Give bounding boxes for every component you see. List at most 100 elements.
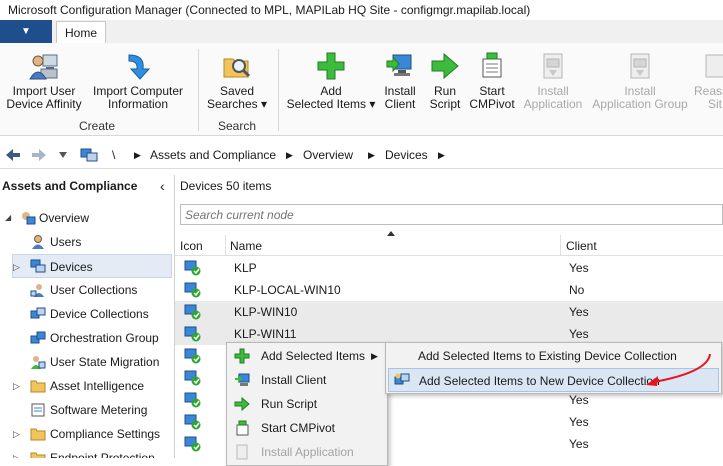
client-status: No [569,283,585,297]
nav-item-devices[interactable]: ▷ Devices [12,254,172,278]
collapsed-triangle-icon[interactable]: ▷ [13,255,20,279]
user-icon [30,234,46,250]
folder-icon [30,426,46,442]
menu-item-add-selected-items[interactable]: Add Selected Items ▶ [229,344,385,368]
nav-item-label: Software Metering [50,403,148,417]
install-application-group-button[interactable]: Install Application Group [588,51,692,111]
table-row[interactable]: KLP-LOCAL-WIN10 No [175,279,723,301]
table-row[interactable]: KLP-WIN10 Yes [175,301,723,323]
nav-item-endpoint-protection[interactable]: ▷ Endpoint Protection [0,446,174,458]
run-script-button[interactable]: Run Script [424,51,466,111]
nav-item-users[interactable]: Users [0,230,174,254]
nav-item-software-metering[interactable]: Software Metering [0,398,174,422]
collapsed-triangle-icon[interactable]: ▷ [13,446,20,458]
green-plus-icon [234,348,250,364]
folder-search-icon [222,51,252,81]
column-divider[interactable] [560,235,561,255]
client-status: Yes [569,415,589,429]
window-title: Microsoft Configuration Manager (Connect… [0,0,723,20]
user-collection-icon [30,282,46,298]
forward-arrow-icon[interactable] [30,146,48,164]
nav-item-label: User Collections [50,283,138,297]
client-device-icon [184,348,202,364]
nav-item-label: Endpoint Protection [50,451,155,458]
content-header: Devices 50 items [180,178,271,194]
install-client-icon [385,51,415,81]
breadcrumb-separator-icon[interactable]: ▶ [368,142,375,168]
column-header-client[interactable]: Client [566,237,597,255]
nav-item-user-collections[interactable]: User Collections [0,278,174,302]
client-device-icon [184,392,202,408]
breadcrumb-separator-icon[interactable]: ▶ [286,142,293,168]
menu-item-label: Add Selected Items to Existing Device Co… [418,349,677,363]
reassign-site-button[interactable]: Reass Sit [694,51,723,111]
run-script-label-2: Script [429,97,461,111]
reassign-site-label-2: Sit [708,97,723,111]
user-state-migration-icon [30,354,46,370]
breadcrumb-devices[interactable]: Devices [385,142,428,168]
menu-item-install-application[interactable]: Install Application [229,440,385,464]
client-device-icon [184,282,202,298]
group-label-create: Create [78,119,116,133]
search-input[interactable] [180,204,723,225]
saved-searches-button[interactable]: Saved Searches ▾ [204,51,270,111]
collapsed-triangle-icon[interactable]: ▷ [13,422,20,446]
nav-item-compliance-settings[interactable]: ▷ Compliance Settings [0,422,174,446]
navigation-pane-title: Assets and Compliance [2,179,138,193]
nav-item-label: Users [50,235,82,249]
menu-item-install-client[interactable]: Install Client [229,368,385,392]
menu-item-label: Add Selected Items [261,349,366,363]
install-application-icon [538,51,568,81]
nav-item-user-state-migration[interactable]: User State Migration [0,350,174,374]
add-selected-items-button[interactable]: Add Selected Items ▾ [284,51,378,111]
device-collection-icon [30,306,46,322]
start-cmpivot-button[interactable]: Start CMPivot [466,51,518,111]
install-application-button[interactable]: Install Application [520,51,586,111]
reassign-site-icon [702,51,723,81]
client-device-icon [184,304,202,320]
import-computer-information-button[interactable]: Import Computer Information [88,51,188,111]
cmpivot-icon [234,420,250,436]
ribbon: Import User Device Affinity Import Compu… [0,43,723,136]
breadcrumb-overview[interactable]: Overview [303,142,353,168]
install-client-button[interactable]: Install Client [380,51,420,111]
expanded-triangle-icon[interactable]: ◢ [5,206,11,230]
history-chevron-down-icon[interactable] [58,151,68,159]
column-header-name[interactable]: Name [230,237,262,255]
nav-item-asset-intelligence[interactable]: ▷ Asset Intelligence [0,374,174,398]
device-name: KLP-WIN10 [234,305,298,319]
import-computer-label-2: Information [107,97,169,111]
nav-item-label: Devices [50,260,93,274]
folder-icon [30,378,46,394]
breadcrumb-separator-icon[interactable]: ▶ [134,142,141,168]
back-arrow-icon[interactable] [4,146,22,164]
column-divider[interactable] [225,235,226,255]
menu-item-run-script[interactable]: Run Script [229,392,385,416]
file-menu-button[interactable]: ▼ [0,20,52,43]
menu-item-label: Run Script [261,397,318,411]
client-device-icon [184,326,202,342]
breadcrumb-separator-icon[interactable]: ▶ [438,142,445,168]
column-header-icon[interactable]: Icon [180,237,203,255]
collapsed-triangle-icon[interactable]: ▷ [13,374,20,398]
table-row[interactable]: KLP Yes [175,257,723,279]
breadcrumb-assets-and-compliance[interactable]: Assets and Compliance [150,142,276,168]
chevron-down-icon: ▾ [369,97,376,111]
green-arrow-right-icon [430,51,460,81]
content-title: Devices [180,179,223,193]
menu-item-start-cmpivot[interactable]: Start CMPivot [229,416,385,440]
client-device-icon [184,414,202,430]
menu-item-label: Start CMPivot [261,421,336,435]
nav-item-device-collections[interactable]: Device Collections [0,302,174,326]
green-plus-icon [316,51,346,81]
nav-item-overview[interactable]: ◢ Overview [0,206,174,230]
nav-item-label: Orchestration Group [50,331,159,345]
column-header-row: Icon Name Client [175,231,723,256]
client-device-icon [184,370,202,386]
import-user-device-affinity-button[interactable]: Import User Device Affinity [4,51,84,111]
tab-home[interactable]: Home [56,21,106,43]
breadcrumb-root[interactable]: \ [112,142,115,168]
nav-item-orchestration-group[interactable]: Orchestration Group [0,326,174,350]
install-client-label-2: Client [384,97,416,111]
collapse-pane-icon[interactable]: ‹ [160,177,165,195]
